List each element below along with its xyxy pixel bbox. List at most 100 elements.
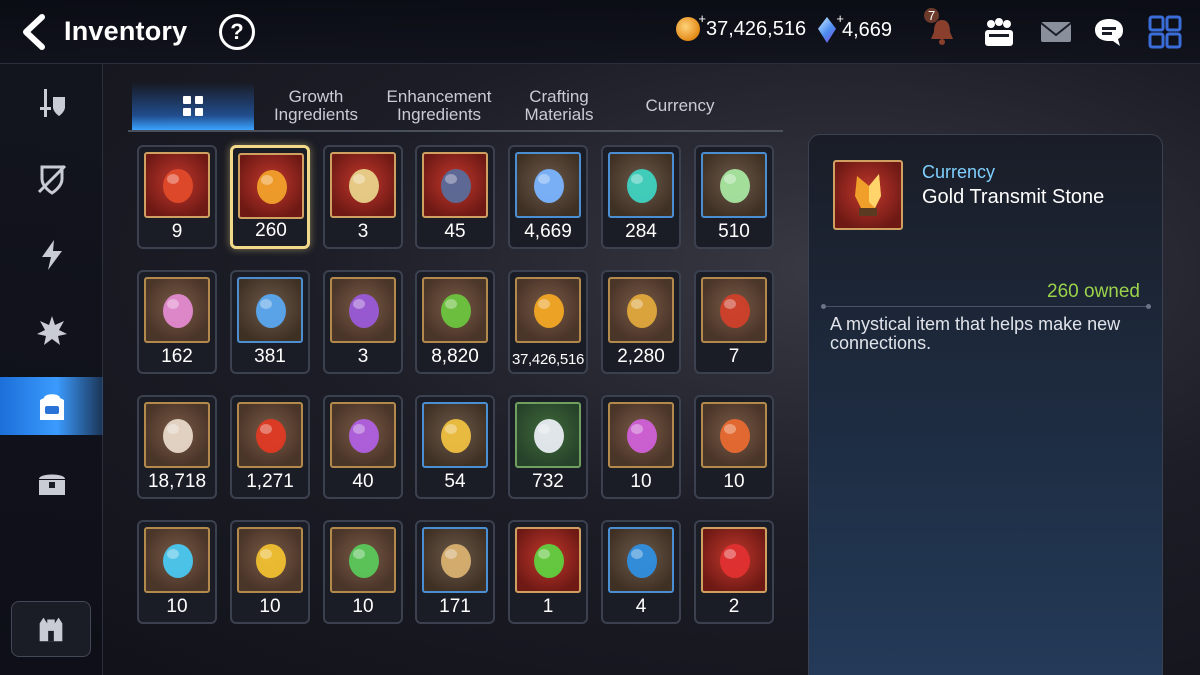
inventory-slot[interactable]: 4: [601, 520, 681, 624]
sword-shield-icon: [39, 89, 65, 117]
inventory-slot[interactable]: 2: [694, 520, 774, 624]
inventory-slot[interactable]: 9: [137, 145, 217, 249]
notification-bell-button[interactable]: 7: [924, 8, 960, 50]
root-icon: [422, 527, 488, 593]
inventory-slot[interactable]: 10: [601, 395, 681, 499]
skystone-amount: 4,669: [842, 18, 893, 41]
sidebar-item-unequipped[interactable]: [0, 150, 103, 208]
purple-flower-icon: [330, 402, 396, 468]
mail-button[interactable]: [1038, 14, 1074, 50]
sidebar-item-equipment[interactable]: [0, 74, 103, 132]
item-count: 1,271: [246, 471, 294, 492]
sidebar-item-artifact[interactable]: [0, 226, 103, 284]
tab-all[interactable]: [132, 82, 254, 130]
leaf-icon: [701, 152, 767, 218]
inventory-slot[interactable]: 1: [508, 520, 588, 624]
inventory-slot[interactable]: 162: [137, 270, 217, 374]
gold-transmit-stone-icon: [238, 153, 304, 219]
purple-rune-icon: [608, 402, 674, 468]
inventory-slot[interactable]: 1,271: [230, 395, 310, 499]
item-count: 10: [352, 596, 374, 617]
back-button[interactable]: [18, 14, 50, 50]
item-count: 45: [444, 221, 466, 242]
item-count: 510: [718, 221, 750, 242]
team-button[interactable]: [981, 14, 1017, 50]
tab-crafting-materials[interactable]: Crafting Materials: [506, 82, 612, 130]
chat-button[interactable]: [1091, 14, 1127, 50]
item-category: Currency: [922, 162, 996, 182]
sanctuary-button[interactable]: [11, 601, 91, 657]
item-count: 284: [625, 221, 657, 242]
inventory-slot[interactable]: 40: [323, 395, 403, 499]
blue-rune-icon: [144, 527, 210, 593]
inventory-slot[interactable]: 7: [694, 270, 774, 374]
skystone-icon: +: [818, 11, 844, 43]
inventory-slot[interactable]: 10: [230, 520, 310, 624]
item-name: Gold Transmit Stone: [922, 186, 1105, 208]
item-count: 1: [542, 596, 554, 617]
item-count: 3: [357, 221, 369, 242]
inventory-slot[interactable]: 3: [323, 270, 403, 374]
inventory-slot[interactable]: 260: [230, 145, 310, 249]
inventory-slot[interactable]: 171: [415, 520, 495, 624]
skystone-currency[interactable]: + 4,669: [818, 11, 893, 43]
charm-icon: [422, 152, 488, 218]
sidebar-item-chest[interactable]: [0, 454, 103, 512]
gold-coin-icon: [515, 277, 581, 343]
orange-rune-icon: [701, 402, 767, 468]
tab-enhancement-ingredients[interactable]: Enhancement Ingredients: [378, 82, 500, 130]
item-count: 8,820: [431, 346, 479, 367]
tab-growth-ingredients[interactable]: Growth Ingredients: [260, 82, 372, 130]
team-icon: [985, 18, 1013, 46]
chat-icon: [1095, 19, 1123, 46]
backpack-icon: [39, 394, 64, 420]
inventory-slot[interactable]: 3: [323, 145, 403, 249]
item-count: 9: [171, 221, 183, 242]
inventory-slot[interactable]: 10: [694, 395, 774, 499]
gold-flower-icon: [422, 402, 488, 468]
item-count: 18,718: [147, 471, 207, 492]
green-gem-icon: [515, 527, 581, 593]
menu-grid-button[interactable]: [1147, 14, 1183, 50]
inventory-slot[interactable]: 10: [137, 520, 217, 624]
star-amulet-icon: [237, 277, 303, 343]
inventory-slot[interactable]: 510: [694, 145, 774, 249]
inventory-slot[interactable]: 732: [508, 395, 588, 499]
item-count: 10: [630, 471, 652, 492]
item-count: 162: [161, 346, 193, 367]
inventory-slot[interactable]: 54: [415, 395, 495, 499]
red-leaf-icon: [237, 402, 303, 468]
gold-currency[interactable]: + 37,426,516: [676, 11, 806, 41]
blue-circle-icon: [608, 527, 674, 593]
item-count: 3: [357, 346, 369, 367]
sidebar-item-inventory[interactable]: [0, 377, 103, 435]
gold-transmit-stone-icon: [833, 160, 903, 230]
item-count: 54: [444, 471, 466, 492]
shield-crossed-icon: [37, 164, 66, 195]
inventory-slot[interactable]: 45: [415, 145, 495, 249]
inventory-slot[interactable]: 18,718: [137, 395, 217, 499]
grid-icon: [183, 96, 203, 116]
skystone-icon: [515, 152, 581, 218]
inventory-slot[interactable]: 381: [230, 270, 310, 374]
item-count: 2: [728, 596, 740, 617]
grid-menu-icon: [1148, 15, 1182, 49]
inventory-slot[interactable]: 8,820: [415, 270, 495, 374]
owned-count: 260 owned: [1047, 281, 1140, 302]
lightning-icon: [41, 240, 62, 270]
inventory-slot[interactable]: 10: [323, 520, 403, 624]
silver-flower-icon: [515, 402, 581, 468]
inventory-slot[interactable]: 37,426,516: [508, 270, 588, 374]
sidebar-item-catalyst[interactable]: [0, 302, 103, 360]
tab-currency[interactable]: Currency: [618, 82, 742, 130]
item-count: 10: [723, 471, 745, 492]
castle-icon: [39, 617, 63, 642]
top-bar: Inventory ? + 37,426,516 + 4,669 7: [0, 0, 1200, 64]
sidebar: [0, 64, 103, 675]
inventory-slot[interactable]: 284: [601, 145, 681, 249]
fist-emblem-icon: [608, 277, 674, 343]
inventory-slot[interactable]: 2,280: [601, 270, 681, 374]
inventory-slot[interactable]: 4,669: [508, 145, 588, 249]
help-button[interactable]: ?: [219, 14, 255, 50]
mail-icon: [1040, 22, 1072, 42]
